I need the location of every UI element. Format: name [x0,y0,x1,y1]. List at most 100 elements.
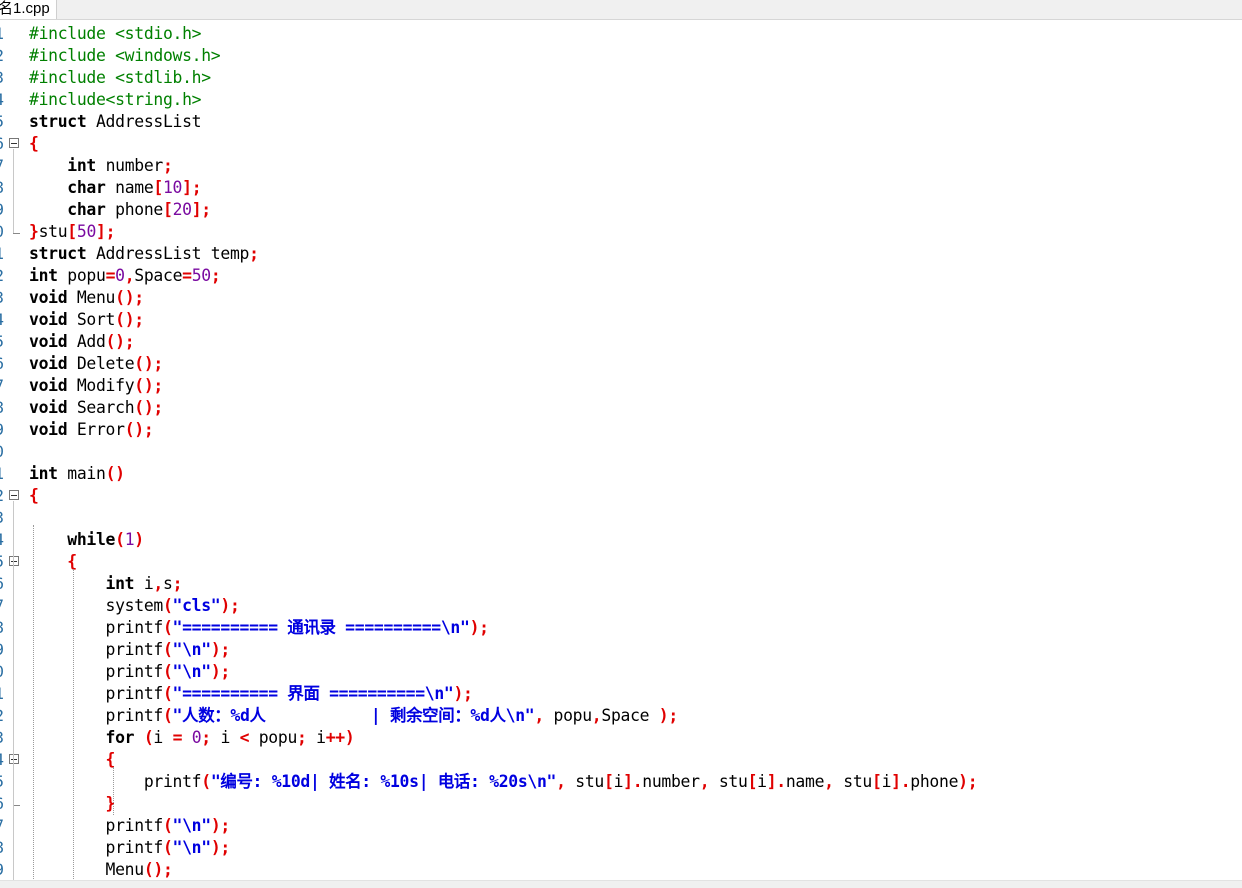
code-line[interactable]: 0}stu[50]; [0,221,1242,243]
code-token: #include<string.h> [29,90,202,109]
code-line[interactable]: 2 #include <windows.h> [0,45,1242,67]
code-line[interactable]: 7 system("cls"); [0,595,1242,617]
code-token: i [153,728,173,747]
code-token: [ [153,178,163,197]
code-token: ); [469,618,489,637]
code-text: struct AddressList temp; [29,243,259,265]
code-text: struct AddressList [29,111,202,133]
code-line[interactable]: 9 char phone[20]; [0,199,1242,221]
code-text: Menu(); [29,859,173,880]
code-token: ( [162,816,173,835]
tab-bar: 名1.cpp [0,0,1242,20]
code-line[interactable]: 5 struct AddressList [0,111,1242,133]
code-text: void Error(); [29,419,154,441]
code-token: ( [162,640,173,659]
code-line[interactable]: 4 void Sort(); [0,309,1242,331]
code-line[interactable]: 6{ [0,133,1242,155]
code-token: i [306,728,326,747]
code-text: int popu=0,Space=50; [29,265,221,287]
code-line[interactable]: 7 printf("\n"); [0,815,1242,837]
code-line[interactable]: 0 [0,441,1242,463]
code-text: #include<string.h> [29,89,202,111]
code-line[interactable]: 1 struct AddressList temp; [0,243,1242,265]
code-token: number [642,772,700,791]
code-token: Modify [67,376,135,395]
code-line[interactable]: 6 int i,s; [0,573,1242,595]
code-line[interactable]: 1 int main() [0,463,1242,485]
code-line[interactable]: 2{ [0,485,1242,507]
code-line[interactable]: 9 Menu(); [0,859,1242,880]
fold-collapse-icon[interactable] [9,754,19,764]
code-line[interactable]: 9 printf("\n"); [0,639,1242,661]
fold-end-marker [13,793,20,806]
code-token: ); [220,596,240,615]
code-line[interactable]: 8 printf("========== 通讯录 ==========\n"); [0,617,1242,639]
code-line[interactable]: 2 printf("人数：%d人 | 剩余空间：%d人\n", popu,Spa… [0,705,1242,727]
code-line[interactable]: 4 while(1) [0,529,1242,551]
fold-collapse-icon[interactable] [9,490,19,500]
code-token: printf [29,640,164,659]
code-editor[interactable]: 1 #include <stdio.h> 2 #include <windows.h>… [0,20,1242,880]
code-token: system [29,596,164,615]
file-tab[interactable]: 名1.cpp [0,0,57,19]
code-line[interactable]: 1 printf("========== 界面 ==========\n"); [0,683,1242,705]
code-line[interactable]: 2int popu=0,Space=50; [0,265,1242,287]
code-line[interactable]: 8 void Search(); [0,397,1242,419]
code-token: Menu [67,288,116,307]
code-line[interactable]: 7 void Modify(); [0,375,1242,397]
code-token: [ [603,772,614,791]
line-number: 6 [0,573,4,595]
code-line[interactable]: 8 printf("\n"); [0,837,1242,859]
code-line[interactable]: 6 } [0,793,1242,815]
code-token: popu [543,706,593,725]
code-token: 10 [162,178,183,197]
code-token: i [210,728,240,747]
fold-collapse-icon[interactable] [9,138,19,148]
code-line[interactable]: 3 [0,507,1242,529]
line-number: 7 [0,815,4,837]
code-text: { [29,551,77,573]
code-line[interactable]: 3 #include <stdlib.h> [0,67,1242,89]
code-text: printf("\n"); [29,815,231,837]
code-text: printf("\n"); [29,661,231,683]
code-line[interactable]: 3 for (i = 0; i < popu; i++) [0,727,1242,749]
code-token: Menu [29,860,145,879]
code-token: char [67,200,106,219]
code-line[interactable]: 5 printf("编号: %10d| 姓名: %10s| 电话: %20s\n… [0,771,1242,793]
code-text: int main() [29,463,125,485]
fold-end-marker [13,221,20,234]
code-token: ]; [96,222,116,241]
code-line[interactable]: 5 { [0,551,1242,573]
code-text: printf("========== 通讯录 ==========\n"); [29,617,489,639]
code-token: (); [143,860,173,879]
code-token: Delete [67,354,135,373]
fold-collapse-icon[interactable] [9,556,19,566]
code-token: popu [249,728,298,747]
code-line[interactable]: 6 void Delete(); [0,353,1242,375]
code-token: "编号: %10d| 姓名: %10s| 电话: %20s\n" [210,772,557,791]
code-token: printf [29,706,164,725]
code-line[interactable]: 1 #include <stdio.h> [0,23,1242,45]
code-token: ; [210,266,221,285]
code-line[interactable]: 3 void Menu(); [0,287,1242,309]
code-token: = [172,728,183,747]
code-token: popu [57,266,106,285]
code-token: ( [143,728,154,747]
line-number: 5 [0,771,4,793]
code-text: #include <windows.h> [29,45,221,67]
code-line[interactable]: 0 printf("\n"); [0,661,1242,683]
code-token: 50 [76,222,97,241]
code-token: int [29,464,58,483]
code-line[interactable]: 7 int number; [0,155,1242,177]
code-line[interactable]: 4 #include<string.h> [0,89,1242,111]
code-line[interactable]: 4 { [0,749,1242,771]
code-line[interactable]: 9 void Error(); [0,419,1242,441]
code-text: while(1) [29,529,144,551]
code-line[interactable]: 8 char name[10]; [0,177,1242,199]
code-line[interactable]: 5 void Add(); [0,331,1242,353]
